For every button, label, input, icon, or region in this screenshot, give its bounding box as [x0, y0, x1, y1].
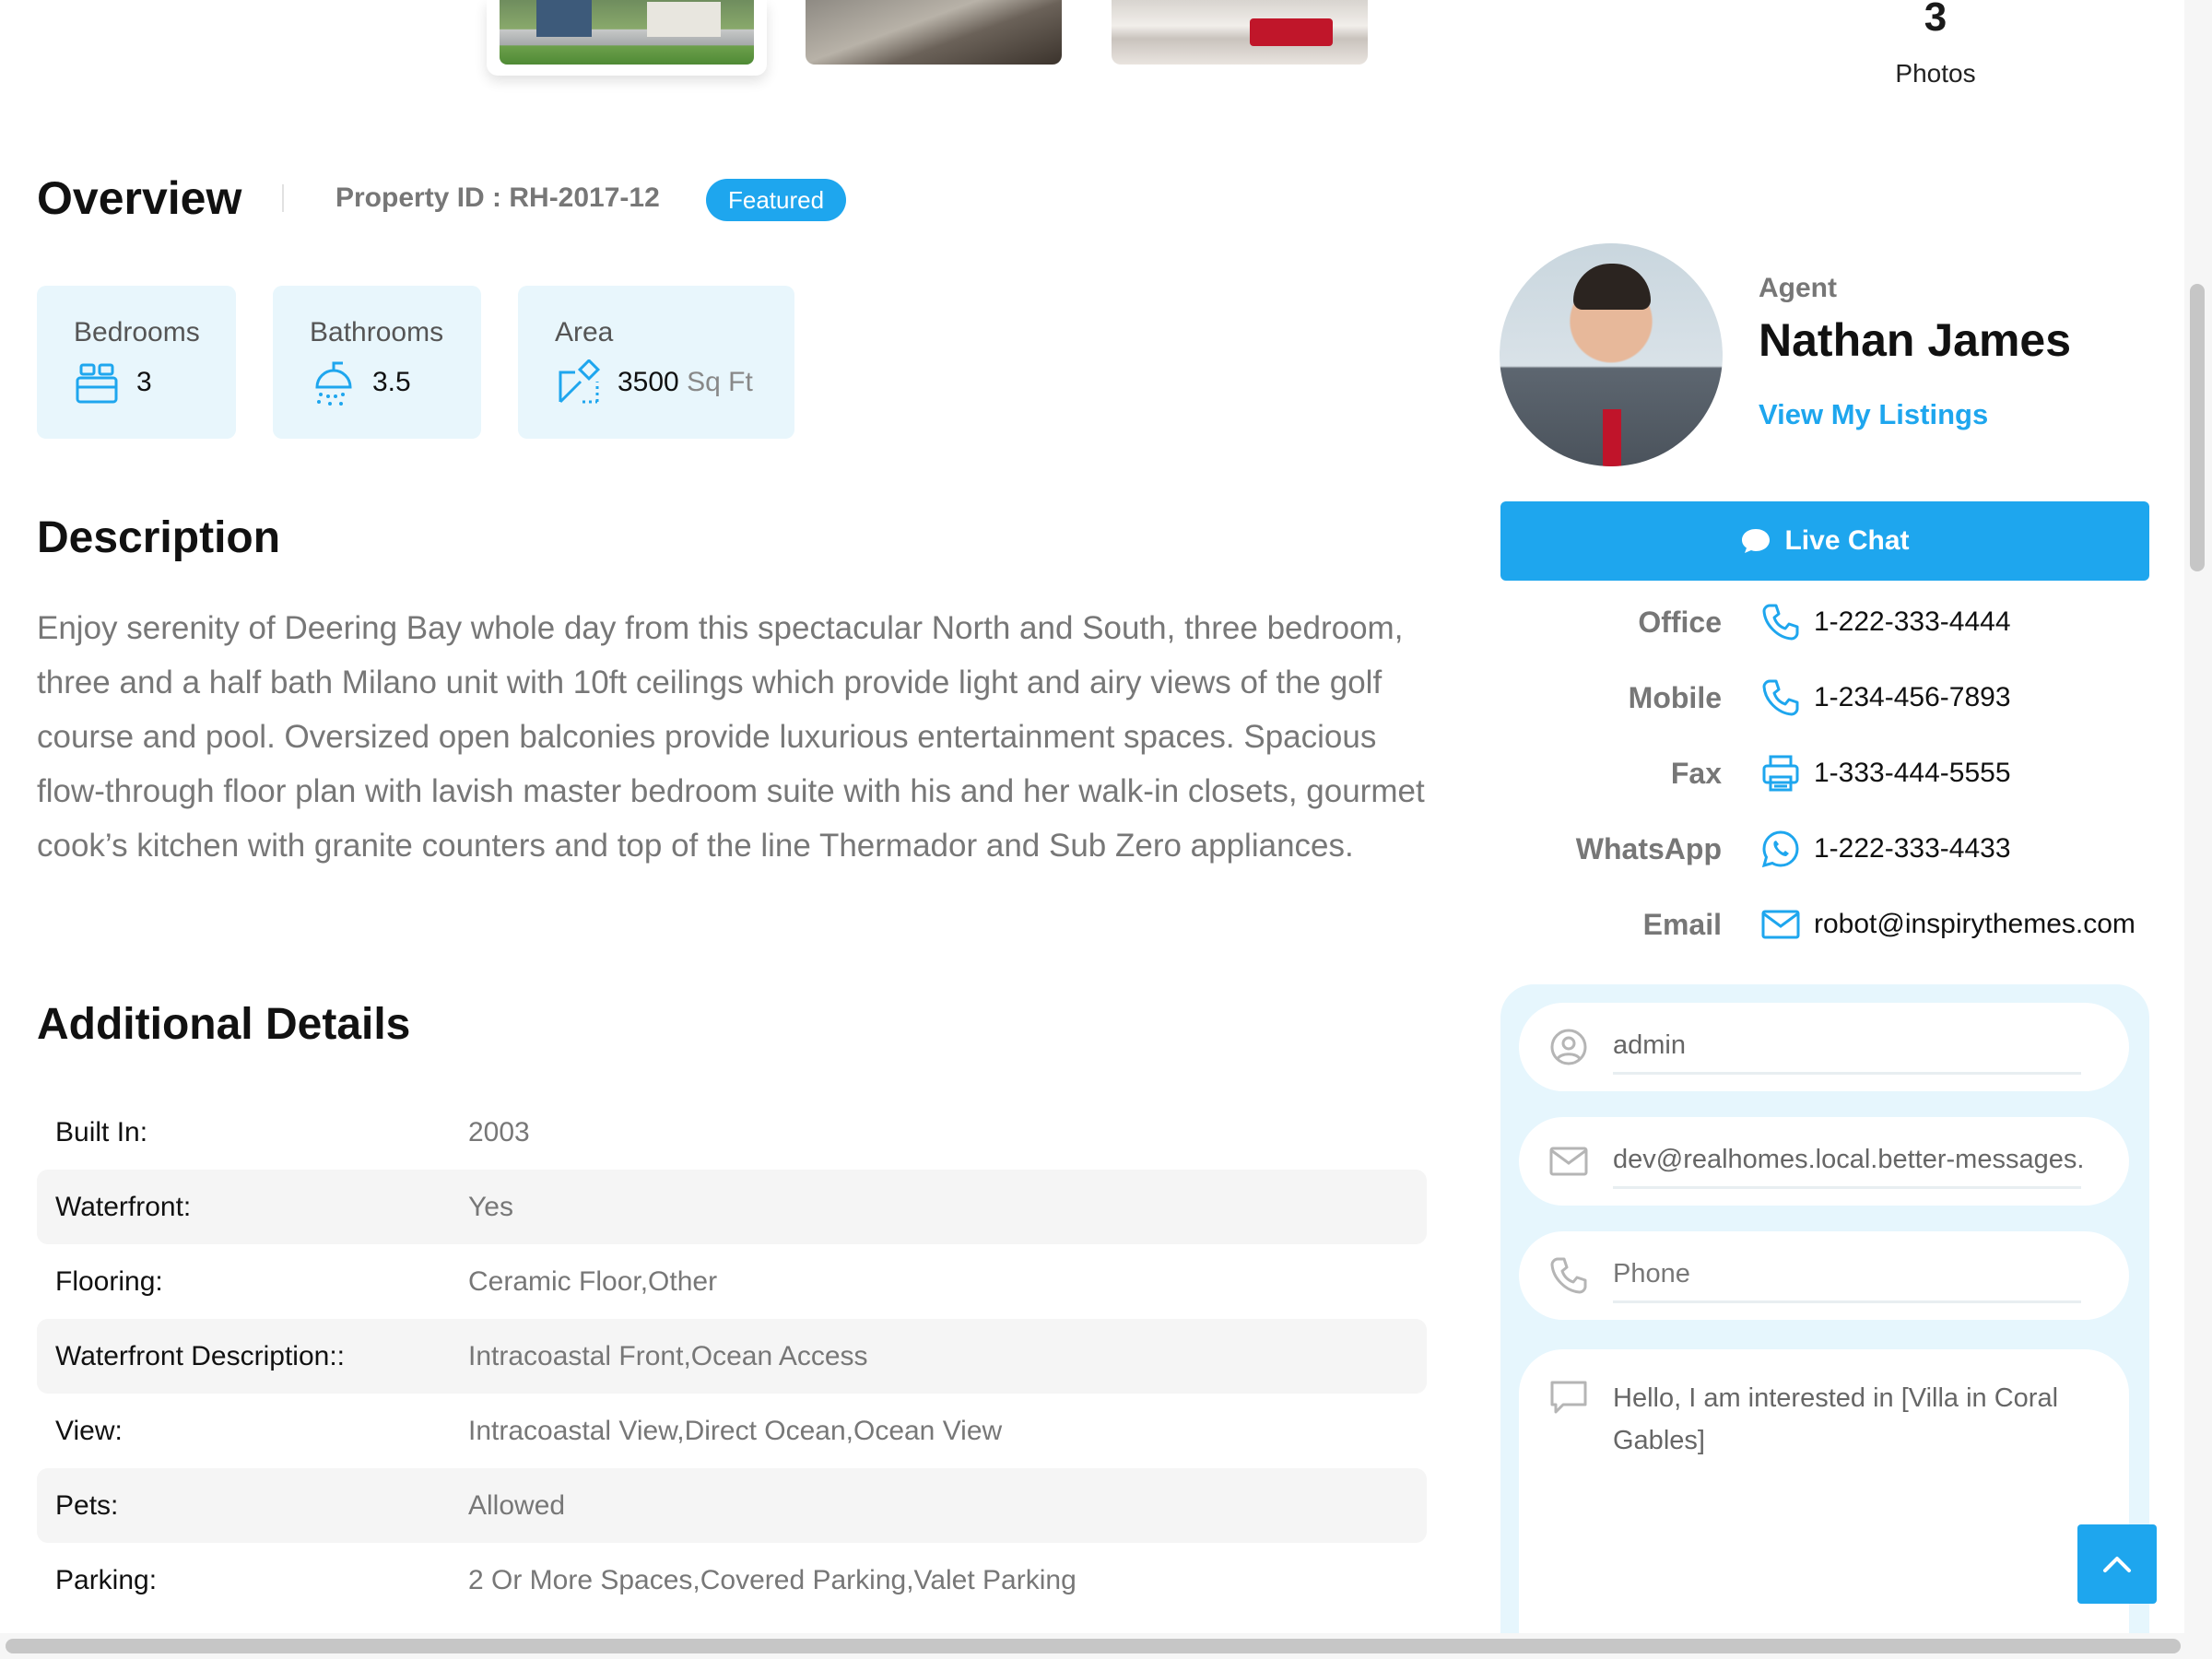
agent-label: Agent	[1759, 273, 1837, 303]
contact-fax: Fax 1-333-444-5555	[1500, 735, 2149, 811]
feature-label: Area	[555, 317, 614, 347]
additional-details-table: Built In: 2003 Waterfront: Yes Flooring: Ce…	[37, 1095, 1427, 1618]
feature-label: Bathrooms	[310, 317, 444, 347]
contact-label: Mobile	[1628, 680, 1722, 714]
area-icon	[559, 359, 601, 404]
chevron-up-icon	[2103, 1557, 2131, 1572]
detail-row: Waterfront Description:: Intracoastal Fro…	[37, 1319, 1427, 1394]
detail-row: Flooring: Ceramic Floor,Other	[37, 1244, 1427, 1319]
feature-value: 3.5	[372, 367, 411, 397]
featured-badge: Featured	[706, 179, 847, 221]
feature-label: Bedrooms	[74, 317, 200, 347]
overview-title: Overview	[37, 172, 242, 224]
agent-name: Nathan James	[1759, 314, 2072, 366]
feature-value: 3	[136, 367, 152, 397]
detail-key: Waterfront:	[55, 1191, 192, 1222]
detail-value: Intracoastal Front,Ocean Access	[468, 1340, 868, 1371]
contact-label: Email	[1642, 907, 1722, 941]
detail-row: Waterfront: Yes	[37, 1170, 1427, 1244]
detail-key: Built In:	[55, 1116, 148, 1147]
contact-label: Fax	[1670, 756, 1722, 790]
phone-icon	[1762, 679, 1799, 716]
contact-value[interactable]: robot@inspirythemes.com	[1814, 909, 2136, 940]
detail-row: Built In: 2003	[37, 1095, 1427, 1170]
live-chat-button[interactable]: Live Chat	[1500, 501, 2149, 581]
bed-icon	[76, 363, 118, 404]
detail-value: Yes	[468, 1191, 513, 1222]
contact-whatsapp: WhatsApp 1-222-333-4433	[1500, 811, 2149, 887]
detail-key: Flooring:	[55, 1265, 163, 1297]
description-text: Enjoy serenity of Deering Bay whole day …	[37, 610, 1425, 864]
phone-input[interactable]: Phone	[1613, 1259, 2083, 1289]
gallery-thumbnail-2[interactable]	[806, 0, 1062, 65]
feature-value: 3500	[618, 367, 679, 397]
detail-key: Pets:	[55, 1489, 119, 1521]
live-chat-label: Live Chat	[1784, 525, 1910, 556]
detail-value: Intracoastal View,Direct Ocean,Ocean Vie…	[468, 1415, 1003, 1446]
contact-email: Email robot@inspirythemes.com	[1500, 887, 2149, 962]
whatsapp-icon	[1761, 830, 1799, 868]
detail-key: Parking:	[55, 1564, 158, 1595]
mail-icon	[1549, 1147, 1588, 1176]
detail-key: View:	[55, 1415, 123, 1446]
shower-icon	[315, 361, 352, 406]
detail-value: Allowed	[468, 1489, 566, 1521]
contact-office: Office 1-222-333-4444	[1500, 584, 2149, 660]
phone-field[interactable]: Phone	[1519, 1231, 2129, 1320]
contact-mobile: Mobile 1-234-456-7893	[1500, 660, 2149, 735]
detail-value: Ceramic Floor,Other	[468, 1265, 718, 1297]
feature-bedrooms: Bedrooms 3	[37, 286, 236, 439]
email-input[interactable]: dev@realhomes.local.better-messages.c	[1613, 1145, 2083, 1175]
gallery-thumbnail-1[interactable]	[487, 0, 767, 76]
mail-icon	[1761, 910, 1800, 939]
contact-label: WhatsApp	[1575, 831, 1722, 865]
detail-value: 2003	[468, 1116, 530, 1147]
detail-row: View: Intracoastal View,Direct Ocean,Ocea…	[37, 1394, 1427, 1468]
phone-icon	[1762, 604, 1799, 641]
user-icon	[1550, 1029, 1587, 1065]
scroll-to-top-button[interactable]	[2077, 1524, 2157, 1604]
message-field[interactable]: Hello, I am interested in [Villa in Cora…	[1519, 1349, 2129, 1659]
feature-area: Area 3500 Sq Ft	[518, 286, 794, 439]
name-field[interactable]: admin	[1519, 1003, 2129, 1091]
title-divider	[282, 184, 284, 212]
feature-unit: Sq Ft	[687, 367, 753, 397]
email-field[interactable]: dev@realhomes.local.better-messages.c	[1519, 1117, 2129, 1206]
agent-avatar[interactable]	[1500, 243, 1723, 466]
vertical-scrollbar-thumb[interactable]	[2190, 284, 2205, 571]
contact-value[interactable]: 1-234-456-7893	[1814, 682, 2011, 713]
photo-count: 3	[1924, 0, 1947, 40]
gallery-thumbnail-3[interactable]	[1112, 0, 1368, 65]
detail-row: Pets: Allowed	[37, 1468, 1427, 1543]
view-listings-link[interactable]: View My Listings	[1759, 398, 1988, 431]
contact-label: Office	[1638, 605, 1722, 639]
additional-details-title: Additional Details	[37, 1000, 411, 1049]
name-input[interactable]: admin	[1613, 1030, 2083, 1061]
printer-icon	[1762, 755, 1799, 792]
chat-bubble-icon	[1742, 529, 1771, 553]
detail-row: Parking: 2 Or More Spaces,Covered Parking…	[37, 1543, 1427, 1618]
detail-value: 2 Or More Spaces,Covered Parking,Valet P…	[468, 1564, 1077, 1595]
feature-bathrooms: Bathrooms 3.5	[273, 286, 481, 439]
message-input[interactable]: Hello, I am interested in [Villa in Cora…	[1613, 1377, 2101, 1462]
horizontal-scrollbar-thumb[interactable]	[6, 1639, 2181, 1653]
property-id: Property ID : RH-2017-12	[335, 182, 660, 213]
detail-key: Waterfront Description::	[55, 1340, 345, 1371]
contact-value[interactable]: 1-222-333-4444	[1814, 606, 2011, 638]
phone-icon	[1550, 1257, 1587, 1294]
contact-value[interactable]: 1-222-333-4433	[1814, 833, 2011, 865]
vertical-scrollbar-track[interactable]	[2184, 0, 2212, 1659]
photos-label: Photos	[1895, 59, 1976, 88]
contact-value[interactable]: 1-333-444-5555	[1814, 758, 2011, 789]
comment-icon	[1550, 1381, 1587, 1414]
description-title: Description	[37, 513, 281, 562]
